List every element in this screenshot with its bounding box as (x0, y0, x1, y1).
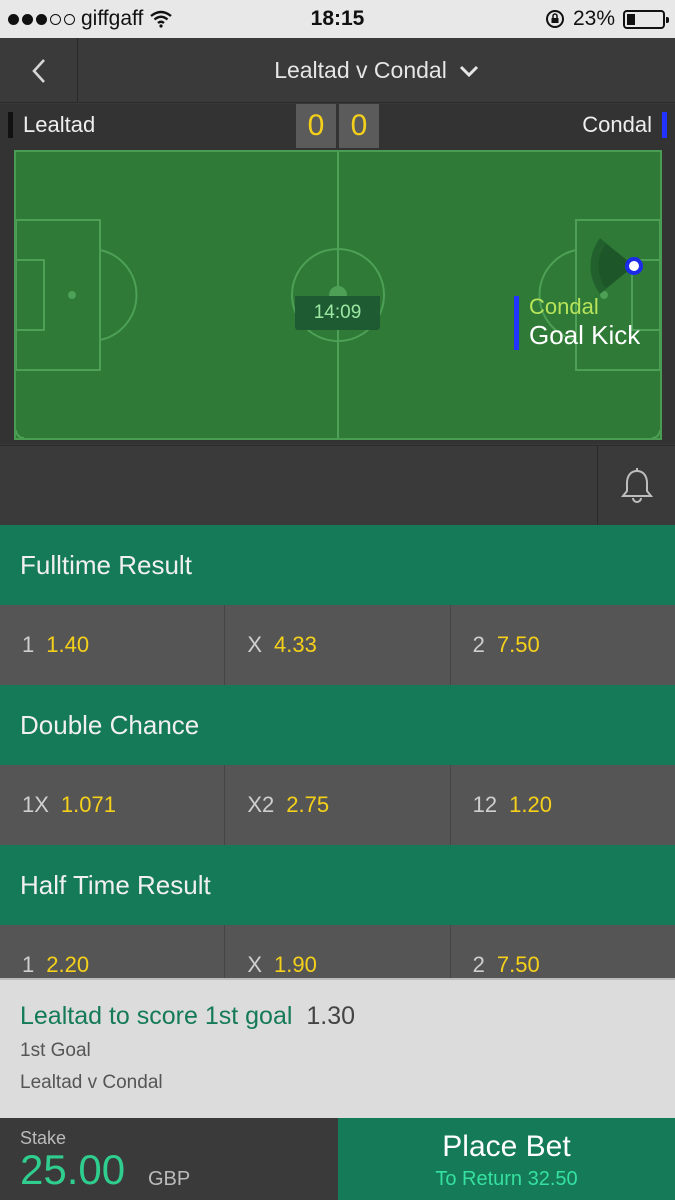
bet-slip[interactable]: Lealtad to score 1st goal 1.30 1st Goal L… (0, 978, 675, 1118)
odd-price: 1.20 (509, 792, 552, 817)
status-bar: giffgaff 18:15 23% (0, 0, 675, 38)
odd-selection: X (247, 952, 263, 977)
odd-price: 7.50 (496, 632, 540, 657)
chevron-left-icon (31, 58, 45, 83)
place-bet-label: Place Bet (442, 1130, 571, 1163)
odd-selection: 1 (22, 632, 35, 657)
bet-price: 1.30 (306, 1002, 356, 1030)
bet-event: Lealtad v Condal (20, 1072, 163, 1093)
odd-price: 4.33 (274, 632, 317, 657)
home-team: Lealtad (8, 112, 95, 138)
rotation-lock-icon (545, 10, 564, 28)
market-header-half-time-result[interactable]: Half Time Result (0, 845, 675, 925)
stake-currency: GBP (148, 1168, 191, 1190)
home-team-color-bar (8, 112, 13, 138)
back-button[interactable] (0, 38, 78, 103)
to-return-text: To Return 32.50 (435, 1168, 578, 1190)
bet-market: 1st Goal (20, 1040, 91, 1061)
bet-slip-selection-line: Lealtad to score 1st goal 1.30 (20, 1002, 355, 1031)
event-title: Lealtad v Condal (274, 57, 447, 83)
scoreboard: Lealtad Condal (0, 104, 675, 148)
odd-price: 1.90 (274, 952, 317, 977)
away-team-name: Condal (582, 112, 652, 137)
odd-selection: 1 (22, 952, 35, 977)
bet-selection: Lealtad to score 1st goal (20, 1002, 293, 1030)
away-score: 0 (339, 104, 379, 148)
stake-amount: 25.00 (20, 1146, 126, 1193)
event-type: Goal Kick (529, 320, 641, 350)
odd-button[interactable]: 1X 1.071 (0, 765, 226, 845)
market-title: Double Chance (20, 709, 200, 740)
event-team-color-bar (514, 296, 519, 350)
event-title-dropdown[interactable]: Lealtad v Condal (78, 38, 675, 103)
chevron-down-icon (459, 65, 478, 77)
alerts-bar (0, 445, 675, 526)
away-team: Condal (582, 112, 667, 138)
away-team-color-bar (662, 112, 667, 138)
event-team: Condal (529, 294, 599, 319)
battery-percent: 23% (572, 7, 615, 30)
odd-button[interactable]: X 4.33 (225, 605, 451, 685)
market-odds-fulltime-result: 1 1.40 X 4.33 2 7.50 (0, 605, 675, 685)
market-title: Fulltime Result (20, 549, 192, 580)
odd-price: 2.20 (46, 952, 90, 977)
odd-selection: 2 (472, 632, 485, 657)
market-title: Half Time Result (20, 869, 211, 900)
notifications-button[interactable] (597, 446, 675, 526)
home-score: 0 (296, 104, 336, 148)
odd-selection: X2 (247, 792, 275, 817)
home-team-name: Lealtad (23, 112, 96, 137)
odd-price: 7.50 (496, 952, 540, 977)
battery-icon (623, 9, 669, 29)
place-bet-button[interactable]: Place Bet To Return 32.50 (338, 1118, 675, 1200)
status-right: 23% (545, 7, 669, 31)
odd-price: 1.40 (46, 632, 90, 657)
market-header-double-chance[interactable]: Double Chance (0, 685, 675, 765)
bell-icon (620, 468, 653, 503)
market-odds-double-chance: 1X 1.071 X2 2.75 12 1.20 (0, 765, 675, 845)
stake-field[interactable]: Stake 25.00 GBP (0, 1118, 338, 1200)
market-header-fulltime-result[interactable]: Fulltime Result (0, 525, 675, 605)
match-clock: 14:09 (295, 296, 380, 330)
nav-bar: Lealtad v Condal (0, 38, 675, 103)
odd-button[interactable]: 1 1.40 (0, 605, 226, 685)
odd-button[interactable]: X2 2.75 (225, 765, 451, 845)
odd-price: 1.071 (60, 792, 116, 817)
odd-button[interactable]: 2 7.50 (451, 605, 675, 685)
odd-button[interactable]: 12 1.20 (451, 765, 675, 845)
odd-selection: 1X (22, 792, 49, 817)
odd-selection: 2 (472, 952, 485, 977)
odd-selection: 12 (472, 792, 498, 817)
odd-price: 2.75 (286, 792, 330, 817)
odd-selection: X (247, 632, 263, 657)
